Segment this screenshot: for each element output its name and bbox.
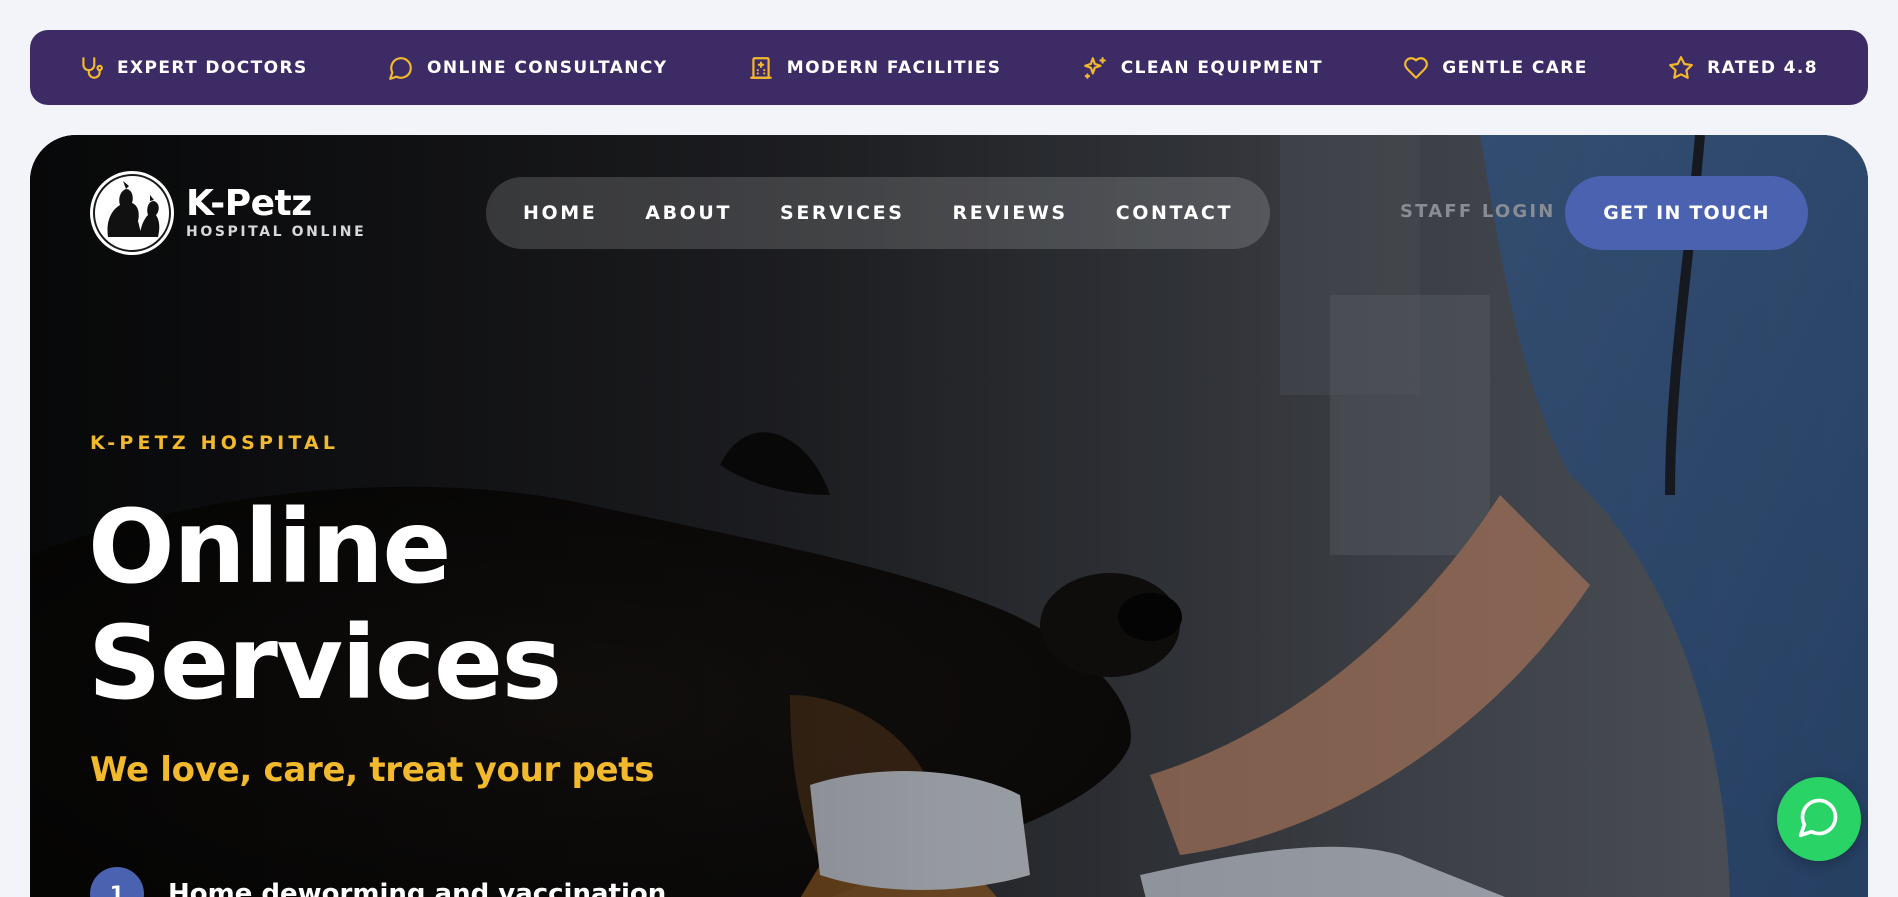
whatsapp-chat-button[interactable] [1777,777,1861,861]
nav-contact[interactable]: CONTACT [1116,202,1233,224]
hero-tagline: We love, care, treat your pets [90,750,655,790]
nav-home[interactable]: HOME [523,202,597,224]
hospital-building-icon [747,54,775,82]
features-bar: EXPERT DOCTORS ONLINE CONSULTANCY MODERN… [30,30,1868,105]
logo-name: K-Petz [186,183,312,224]
feature-online-consultancy: ONLINE CONSULTANCY [387,54,667,82]
feature-modern-facilities: MODERN FACILITIES [747,54,1002,82]
feature-label: RATED 4.8 [1707,57,1818,78]
sparkles-icon [1081,54,1109,82]
feature-expert-doctors: EXPERT DOCTORS [77,54,308,82]
hero-title-line-2: Services [88,604,562,723]
feature-rating: RATED 4.8 [1667,54,1818,82]
hero-title: Online Services [88,488,562,723]
hero-title-line-1: Online [88,488,452,607]
star-icon [1667,54,1695,82]
stethoscope-icon [77,54,105,82]
staff-login-link[interactable]: STAFF LOGIN [1400,201,1556,222]
feature-label: ONLINE CONSULTANCY [426,57,668,78]
pet-silhouette-icon [90,171,174,255]
step-text: Home deworming and vaccination [168,879,667,897]
logo[interactable]: K-Petz HOSPITAL ONLINE [90,171,366,255]
feature-clean-equipment: CLEAN EQUIPMENT [1081,54,1323,82]
nav-services[interactable]: SERVICES [780,202,904,224]
hero-section: K-Petz HOSPITAL ONLINE HOME ABOUT SERVIC… [30,135,1868,897]
logo-subtitle: HOSPITAL ONLINE [186,224,367,240]
nav-reviews[interactable]: REVIEWS [953,202,1068,224]
chat-bubble-icon [387,54,415,82]
heart-icon [1402,54,1430,82]
hero-kicker: K-PETZ HOSPITAL [90,432,340,454]
feature-label: EXPERT DOCTORS [117,57,308,78]
feature-label: CLEAN EQUIPMENT [1120,57,1323,78]
main-nav: HOME ABOUT SERVICES REVIEWS CONTACT [486,177,1270,249]
feature-label: MODERN FACILITIES [786,57,1002,78]
nav-about[interactable]: ABOUT [645,202,732,224]
whatsapp-icon [1797,795,1841,843]
step-number-badge: 1 [90,867,144,897]
service-step-item: 1 Home deworming and vaccination [90,867,666,897]
get-in-touch-button[interactable]: GET IN TOUCH [1565,176,1808,250]
feature-gentle-care: GENTLE CARE [1402,54,1588,82]
feature-label: GENTLE CARE [1442,57,1588,78]
